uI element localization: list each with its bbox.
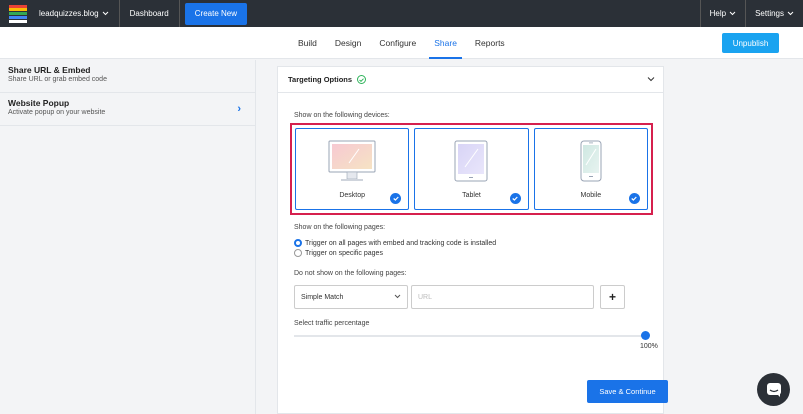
sidebar-item-subtitle: Share URL or grab embed code xyxy=(8,76,107,83)
checkmark-icon xyxy=(390,193,402,204)
main-content: Targeting Options Show on the following … xyxy=(257,60,803,414)
chevron-down-icon xyxy=(102,11,108,16)
device-selector: Desktop Tablet Mobile xyxy=(290,123,653,215)
chevron-right-icon: › xyxy=(237,103,241,115)
site-switcher[interactable]: leadquizzes.blog xyxy=(39,0,120,27)
settings-label: Settings xyxy=(755,9,784,18)
exclude-label: Do not show on the following pages: xyxy=(294,270,407,277)
radio-trigger-specific[interactable]: Trigger on specific pages xyxy=(294,249,383,257)
radio-label: Trigger on all pages with embed and trac… xyxy=(305,239,497,247)
add-url-button[interactable]: + xyxy=(600,285,625,309)
checkmark-icon xyxy=(509,193,521,204)
tablet-icon xyxy=(454,140,488,182)
panel-title: Targeting Options xyxy=(288,75,353,84)
checkmark-icon xyxy=(628,193,640,204)
traffic-value: 100% xyxy=(640,343,658,350)
tab-design[interactable]: Design xyxy=(326,27,370,59)
devices-label: Show on the following devices: xyxy=(294,112,390,119)
sidebar-item-website-popup[interactable]: Website Popup Activate popup on your web… xyxy=(0,93,255,126)
sidebar: Share URL & Embed Share URL or grab embe… xyxy=(0,60,256,414)
help-label: Help xyxy=(709,9,727,18)
tab-share[interactable]: Share xyxy=(425,27,466,59)
top-bar: leadquizzes.blog Dashboard Create New He… xyxy=(0,0,803,27)
chat-launcher-button[interactable] xyxy=(757,373,790,406)
targeting-options-panel: Targeting Options Show on the following … xyxy=(277,66,668,414)
tab-configure[interactable]: Configure xyxy=(370,27,425,59)
panel-header[interactable]: Targeting Options xyxy=(278,67,663,93)
pages-label: Show on the following pages: xyxy=(294,224,386,231)
device-option-tablet[interactable]: Tablet xyxy=(414,128,529,210)
device-option-desktop[interactable]: Desktop xyxy=(295,128,410,210)
create-new-button[interactable]: Create New xyxy=(184,2,247,25)
url-input[interactable]: URL xyxy=(411,285,594,309)
match-type-select[interactable]: Simple Match xyxy=(294,285,408,309)
save-continue-button[interactable]: Save & Continue xyxy=(587,380,668,403)
chevron-down-icon xyxy=(729,11,736,16)
radio-trigger-all[interactable]: Trigger on all pages with embed and trac… xyxy=(294,239,496,247)
radio-label: Trigger on specific pages xyxy=(305,249,383,257)
sidebar-item-subtitle: Activate popup on your website xyxy=(8,109,106,116)
app-logo-icon[interactable] xyxy=(9,4,27,23)
help-menu[interactable]: Help xyxy=(699,0,745,27)
chevron-down-icon xyxy=(394,294,401,299)
traffic-slider-fill xyxy=(294,335,645,337)
traffic-slider-handle[interactable] xyxy=(640,331,650,340)
settings-menu[interactable]: Settings xyxy=(745,0,803,27)
sidebar-item-share-url[interactable]: Share URL & Embed Share URL or grab embe… xyxy=(0,60,255,93)
tab-bar: Build Design Configure Share Reports Unp… xyxy=(0,27,803,59)
tab-build[interactable]: Build xyxy=(289,27,326,59)
match-type-value: Simple Match xyxy=(301,293,344,301)
mobile-icon xyxy=(580,140,602,182)
chevron-down-icon xyxy=(787,11,794,16)
dashboard-link[interactable]: Dashboard xyxy=(120,0,180,27)
tab-reports[interactable]: Reports xyxy=(466,27,514,59)
check-circle-icon xyxy=(357,75,367,84)
site-name: leadquizzes.blog xyxy=(39,9,99,18)
device-option-mobile[interactable]: Mobile xyxy=(533,128,648,210)
radio-button-selected[interactable] xyxy=(294,239,302,247)
radio-button[interactable] xyxy=(294,249,302,257)
sidebar-item-title: Website Popup xyxy=(8,98,70,108)
plus-icon: + xyxy=(608,290,616,304)
chevron-down-icon[interactable] xyxy=(647,76,655,82)
traffic-slider-track[interactable] xyxy=(294,335,645,337)
sidebar-item-title: Share URL & Embed xyxy=(8,65,91,75)
desktop-icon xyxy=(328,140,376,181)
traffic-label: Select traffic percentage xyxy=(294,320,370,327)
unpublish-button[interactable]: Unpublish xyxy=(722,33,779,53)
chat-icon xyxy=(766,382,781,397)
